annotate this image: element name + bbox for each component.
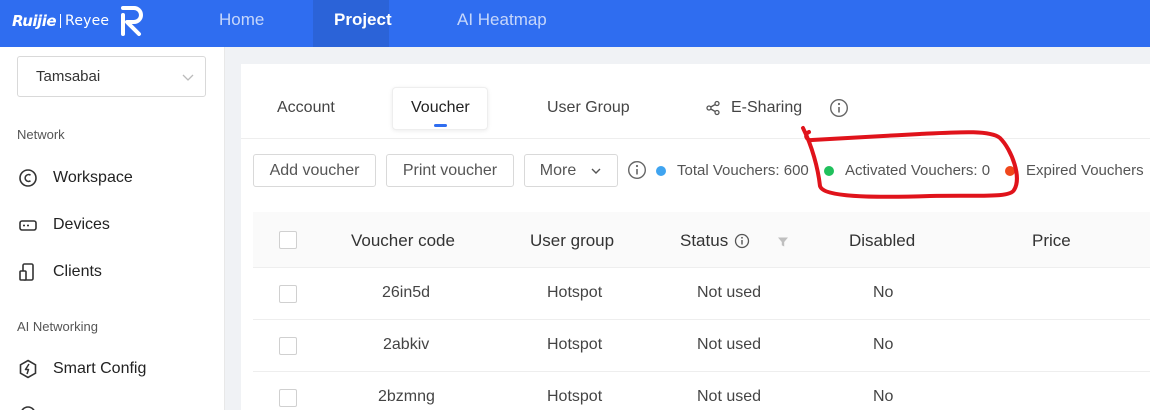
project-select[interactable]: Tamsabai bbox=[17, 56, 206, 97]
nav-ai-heatmap[interactable]: AI Heatmap bbox=[457, 10, 547, 30]
clients-icon bbox=[17, 261, 39, 283]
logo-separator bbox=[60, 14, 62, 28]
row-checkbox[interactable] bbox=[279, 337, 297, 355]
table-row[interactable]: 2abkiv Hotspot Not used No bbox=[253, 320, 1150, 372]
filter-icon[interactable] bbox=[777, 236, 789, 248]
top-navigation-bar: Ruijie Reyee Home Project AI Heatmap bbox=[0, 0, 1150, 47]
table-row[interactable]: 26in5d Hotspot Not used No bbox=[253, 268, 1150, 320]
voucher-info-icon[interactable] bbox=[627, 160, 647, 180]
voucher-code-cell: 26in5d bbox=[382, 284, 431, 301]
table-header: Voucher code User group Status Disabled … bbox=[253, 212, 1150, 268]
status-cell: Not used bbox=[697, 336, 762, 353]
user-group-cell: Hotspot bbox=[547, 284, 603, 301]
expired-dot bbox=[1005, 165, 1015, 176]
tab-e-sharing-label: E-Sharing bbox=[731, 99, 803, 116]
chevron-down-icon bbox=[591, 168, 601, 174]
column-user-group[interactable]: User group bbox=[530, 231, 614, 251]
e-sharing-info-icon[interactable] bbox=[829, 98, 849, 118]
nav-home[interactable]: Home bbox=[219, 10, 264, 30]
status-cell: Not used bbox=[697, 284, 762, 301]
column-status[interactable]: Status bbox=[680, 231, 750, 251]
more-dropdown[interactable]: More bbox=[524, 154, 618, 187]
disabled-cell: No bbox=[873, 336, 894, 353]
voucher-panel: Account Voucher User Group E-Sharing Add… bbox=[241, 64, 1150, 410]
sidebar-item-workspace[interactable]: Workspace bbox=[17, 163, 133, 193]
nav-project[interactable]: Project bbox=[334, 10, 392, 30]
sidebar-item-label: Smart Config bbox=[53, 360, 147, 377]
user-group-cell: Hotspot bbox=[547, 388, 603, 405]
expired-vouchers-stat: Expired Vouchers bbox=[1005, 162, 1144, 179]
active-tab-indicator bbox=[434, 124, 447, 127]
sidebar-item-label: Workspace bbox=[53, 169, 133, 186]
disabled-cell: No bbox=[873, 388, 894, 405]
row-checkbox[interactable] bbox=[279, 389, 297, 407]
status-cell: Not used bbox=[697, 388, 762, 405]
more-label: More bbox=[539, 161, 577, 179]
product-name: Reyee bbox=[65, 13, 110, 29]
sidebar-section-ai-networking: AI Networking bbox=[17, 319, 98, 334]
partial-icon bbox=[17, 403, 39, 410]
sidebar-item-label: Devices bbox=[53, 216, 110, 233]
tab-voucher[interactable]: Voucher bbox=[411, 99, 470, 117]
status-info-icon[interactable] bbox=[734, 233, 750, 249]
column-disabled[interactable]: Disabled bbox=[849, 231, 915, 251]
voucher-code-cell: 2abkiv bbox=[383, 336, 430, 353]
activated-dot bbox=[824, 165, 834, 176]
activated-vouchers-text: Activated Vouchers: 0 bbox=[845, 162, 991, 179]
total-vouchers-stat: Total Vouchers: 600 bbox=[656, 162, 809, 179]
sidebar-section-network: Network bbox=[17, 127, 65, 142]
sidebar-item-partial[interactable] bbox=[17, 399, 53, 410]
chevron-down-icon bbox=[182, 74, 194, 81]
devices-icon bbox=[17, 214, 39, 236]
select-all-checkbox[interactable] bbox=[279, 231, 297, 249]
share-icon bbox=[706, 100, 720, 116]
brand-logo[interactable]: Ruijie Reyee bbox=[12, 4, 145, 38]
user-group-cell: Hotspot bbox=[547, 336, 603, 353]
activated-vouchers-stat: Activated Vouchers: 0 bbox=[824, 162, 990, 179]
column-status-label: Status bbox=[680, 231, 729, 250]
brand-name: Ruijie bbox=[12, 12, 57, 30]
sidebar-item-label: Clients bbox=[53, 263, 102, 280]
print-voucher-button[interactable]: Print voucher bbox=[386, 154, 514, 187]
sidebar-item-clients[interactable]: Clients bbox=[17, 257, 102, 287]
sidebar-item-devices[interactable]: Devices bbox=[17, 210, 110, 240]
tab-user-group[interactable]: User Group bbox=[547, 99, 630, 117]
column-price[interactable]: Price bbox=[1032, 231, 1071, 251]
table-row[interactable]: 2bzmng Hotspot Not used No bbox=[253, 372, 1150, 410]
disabled-cell: No bbox=[873, 284, 894, 301]
tabs-divider bbox=[241, 138, 1150, 139]
reyee-logo-icon bbox=[121, 6, 144, 36]
column-voucher-code[interactable]: Voucher code bbox=[351, 231, 455, 251]
add-voucher-button[interactable]: Add voucher bbox=[253, 154, 376, 187]
row-checkbox[interactable] bbox=[279, 285, 297, 303]
tab-e-sharing[interactable]: E-Sharing bbox=[705, 99, 802, 117]
expired-vouchers-text: Expired Vouchers bbox=[1026, 162, 1144, 179]
project-select-value: Tamsabai bbox=[36, 68, 101, 85]
sidebar-item-smart-config[interactable]: Smart Config bbox=[17, 354, 146, 384]
workspace-icon bbox=[17, 167, 39, 189]
smart-config-icon bbox=[17, 358, 39, 380]
sidebar: Tamsabai Network Workspace Devices Clien… bbox=[0, 47, 225, 410]
total-vouchers-text: Total Vouchers: 600 bbox=[677, 162, 809, 179]
voucher-code-cell: 2bzmng bbox=[378, 388, 435, 405]
total-dot bbox=[656, 165, 666, 176]
tab-account[interactable]: Account bbox=[277, 99, 335, 117]
